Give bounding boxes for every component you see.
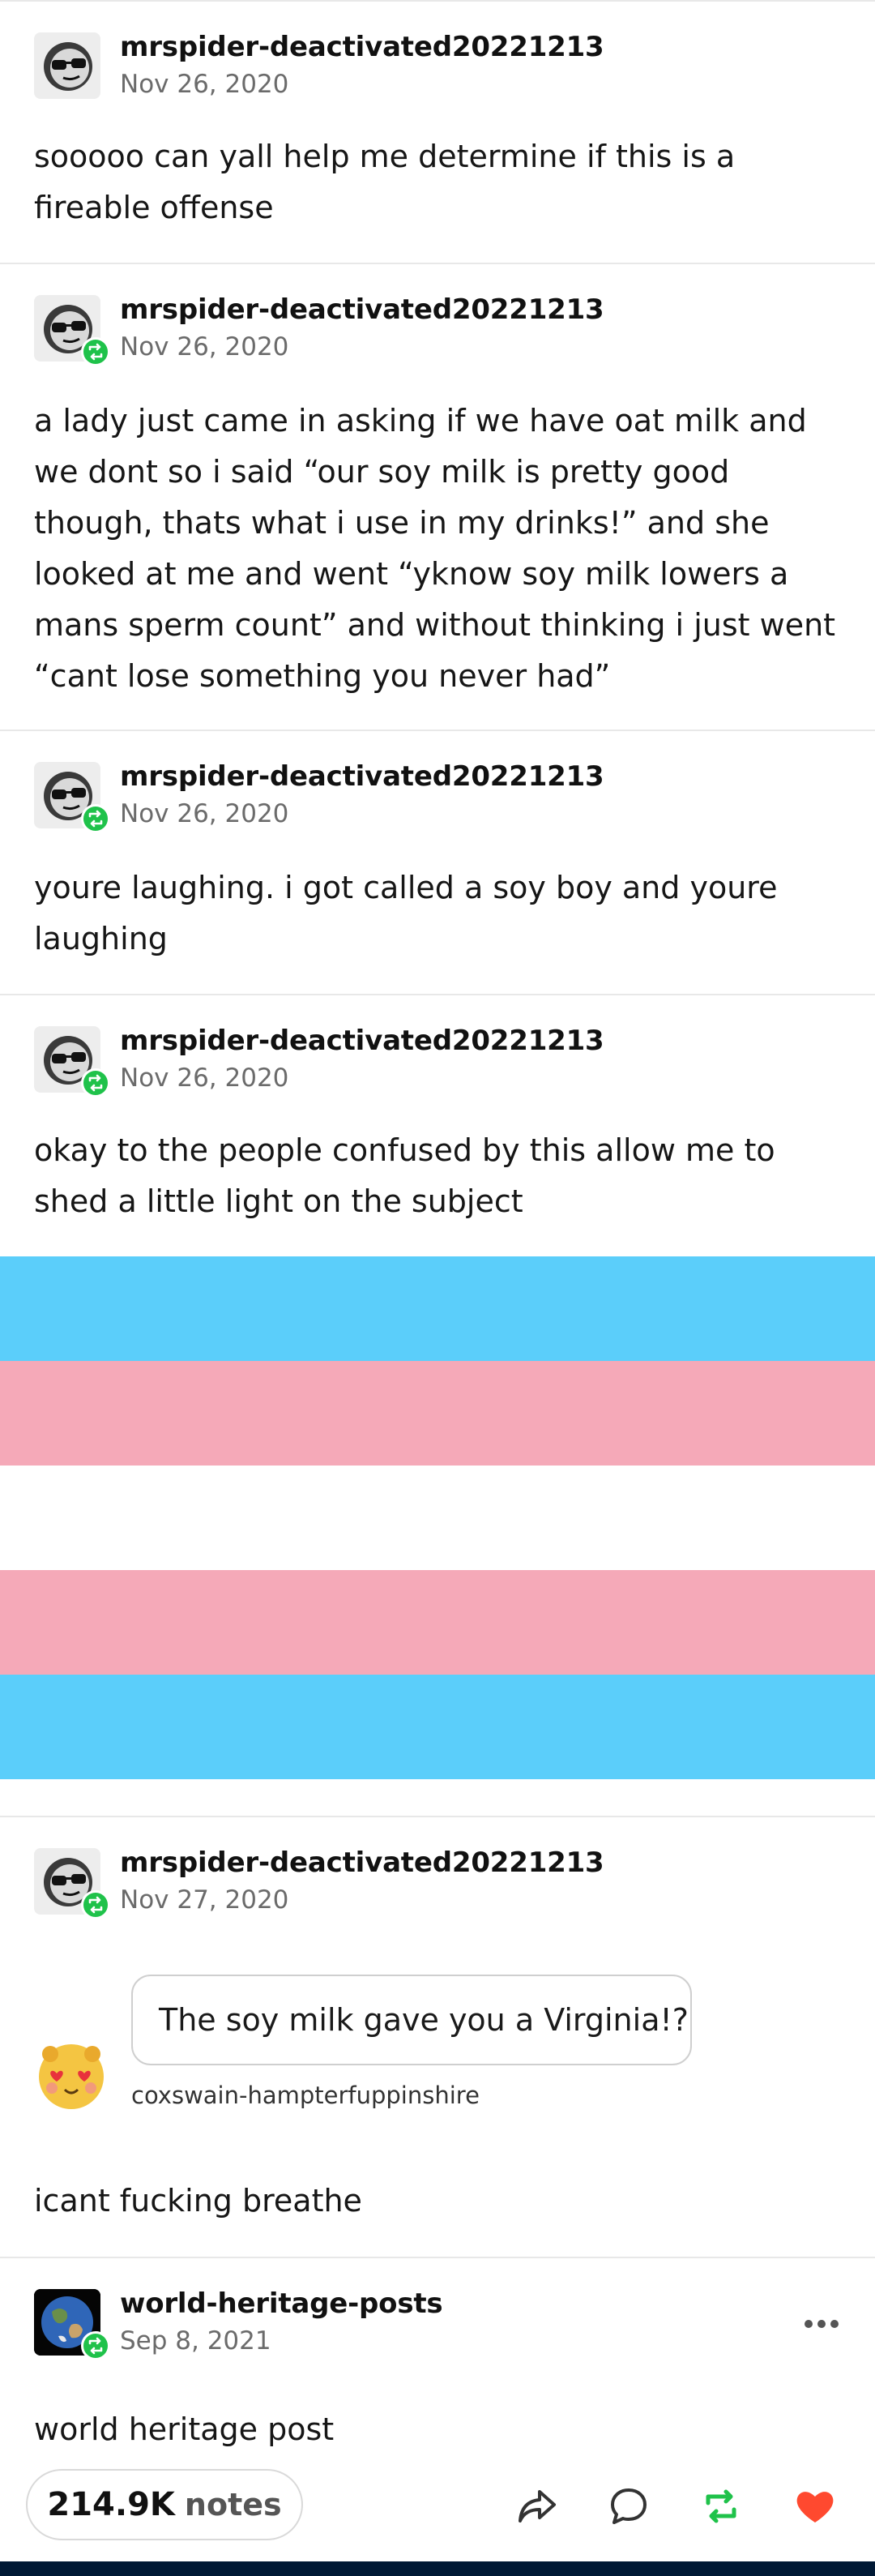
reblog-icon[interactable] [698,2484,744,2529]
reblog-badge-icon [81,2331,110,2360]
ask-question-bubble: The soy milk gave you a Virginia!? [131,1975,692,2065]
post-date[interactable]: Nov 26, 2020 [120,70,288,99]
post-date[interactable]: Nov 27, 2020 [120,1885,288,1915]
post-body: sooooo can yall help me determine if thi… [34,139,736,225]
post-date[interactable]: Nov 26, 2020 [120,799,288,828]
flag-stripe [0,1570,875,1675]
post-body: okay to the people confused by this allo… [34,1132,775,1219]
avatar[interactable] [34,762,110,833]
notes-count: 214.9K [47,2486,175,2523]
reblog-badge-icon [81,804,110,833]
post-divider [0,1816,875,1817]
trans-flag-image[interactable] [0,1256,875,1779]
flag-stripe [0,1256,875,1361]
post-date[interactable]: Sep 8, 2021 [120,2326,271,2356]
post-username[interactable]: world-heritage-posts [120,2287,443,2320]
sunglasses-face-icon [44,42,92,91]
post-divider [0,0,875,2]
asker-avatar[interactable] [34,2036,109,2111]
reblog-badge-icon [81,1068,110,1098]
post-username[interactable]: mrspider-deactivated20221213 [120,760,604,793]
post-username[interactable]: mrspider-deactivated20221213 [120,31,604,63]
post-body: icant fucking breathe [34,2183,362,2219]
post-date[interactable]: Nov 26, 2020 [120,332,288,362]
notes-label: notes [184,2487,282,2523]
flag-stripe [0,1361,875,1466]
post-date[interactable]: Nov 26, 2020 [120,1063,288,1093]
avatar[interactable] [34,295,110,366]
reblog-badge-icon [81,337,110,366]
avatar[interactable] [34,2289,110,2360]
share-icon[interactable] [514,2484,559,2529]
avatar[interactable] [34,1026,110,1098]
post-body: world heritage post [34,2411,335,2447]
bottom-navigation-bar [0,2561,875,2576]
reply-icon[interactable] [606,2484,651,2529]
post-username[interactable]: mrspider-deactivated20221213 [120,293,604,326]
notes-button[interactable]: 214.9K notes [26,2469,303,2540]
flag-stripe [0,1466,875,1570]
post-divider [0,730,875,731]
reblog-badge-icon [81,1890,110,1919]
asker-name[interactable]: coxswain-hampterfuppinshire [131,2082,480,2109]
post-body: youre laughing. i got called a soy boy a… [34,870,778,956]
like-icon[interactable] [792,2484,838,2529]
post-divider [0,2257,875,2258]
avatar[interactable] [34,32,100,99]
post-divider [0,994,875,995]
heart-eyes-hamster-icon [39,2044,104,2109]
post-body: a lady just came in asking if we have oa… [34,403,836,694]
post-username[interactable]: mrspider-deactivated20221213 [120,1025,604,1057]
avatar[interactable] [34,1848,110,1919]
post-username[interactable]: mrspider-deactivated20221213 [120,1846,604,1879]
post-divider [0,263,875,264]
flag-stripe [0,1675,875,1779]
more-options-icon[interactable] [802,2312,841,2336]
